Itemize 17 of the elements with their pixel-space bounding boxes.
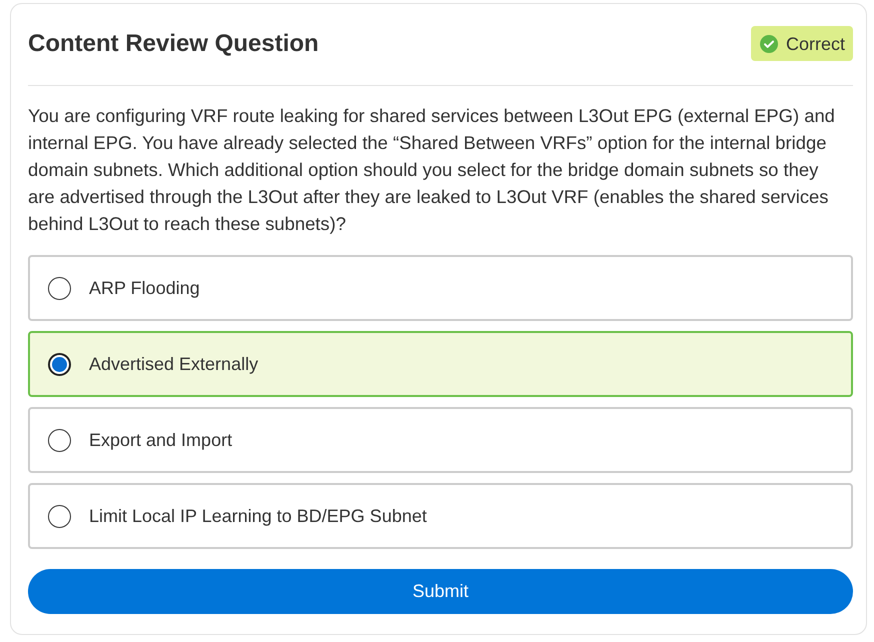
radio-button[interactable] <box>48 276 71 300</box>
card-title: Content Review Question <box>28 28 319 58</box>
answer-option[interactable]: ARP Flooding <box>28 255 853 321</box>
badge-label: Correct <box>786 32 845 54</box>
option-label: Limit Local IP Learning to BD/EPG Subnet <box>89 505 427 527</box>
answer-option[interactable]: Limit Local IP Learning to BD/EPG Subnet <box>28 483 853 549</box>
option-label: ARP Flooding <box>89 277 200 299</box>
radio-button[interactable] <box>48 504 71 528</box>
check-circle-icon <box>760 34 778 52</box>
radio-button[interactable] <box>48 352 71 376</box>
option-label: Export and Import <box>89 429 232 451</box>
submit-button[interactable]: Submit <box>28 569 853 614</box>
question-text: You are configuring VRF route leaking for shared services between L3Out EPG (external EPG) and internal EPG. You have already selected the “Shared Between VRFs” option for the internal bridge domain subnets. Which additional option should you select for the bridge domain subnets so they are advertised through the L3Out after they are leaked to L3Out VRF (enables the shared services behind L3Out to reach these subnets)? <box>28 104 836 236</box>
answer-option[interactable]: Advertised Externally <box>28 331 853 397</box>
option-label: Advertised Externally <box>89 353 258 375</box>
answer-option[interactable]: Export and Import <box>28 407 853 473</box>
radio-button[interactable] <box>48 428 71 452</box>
